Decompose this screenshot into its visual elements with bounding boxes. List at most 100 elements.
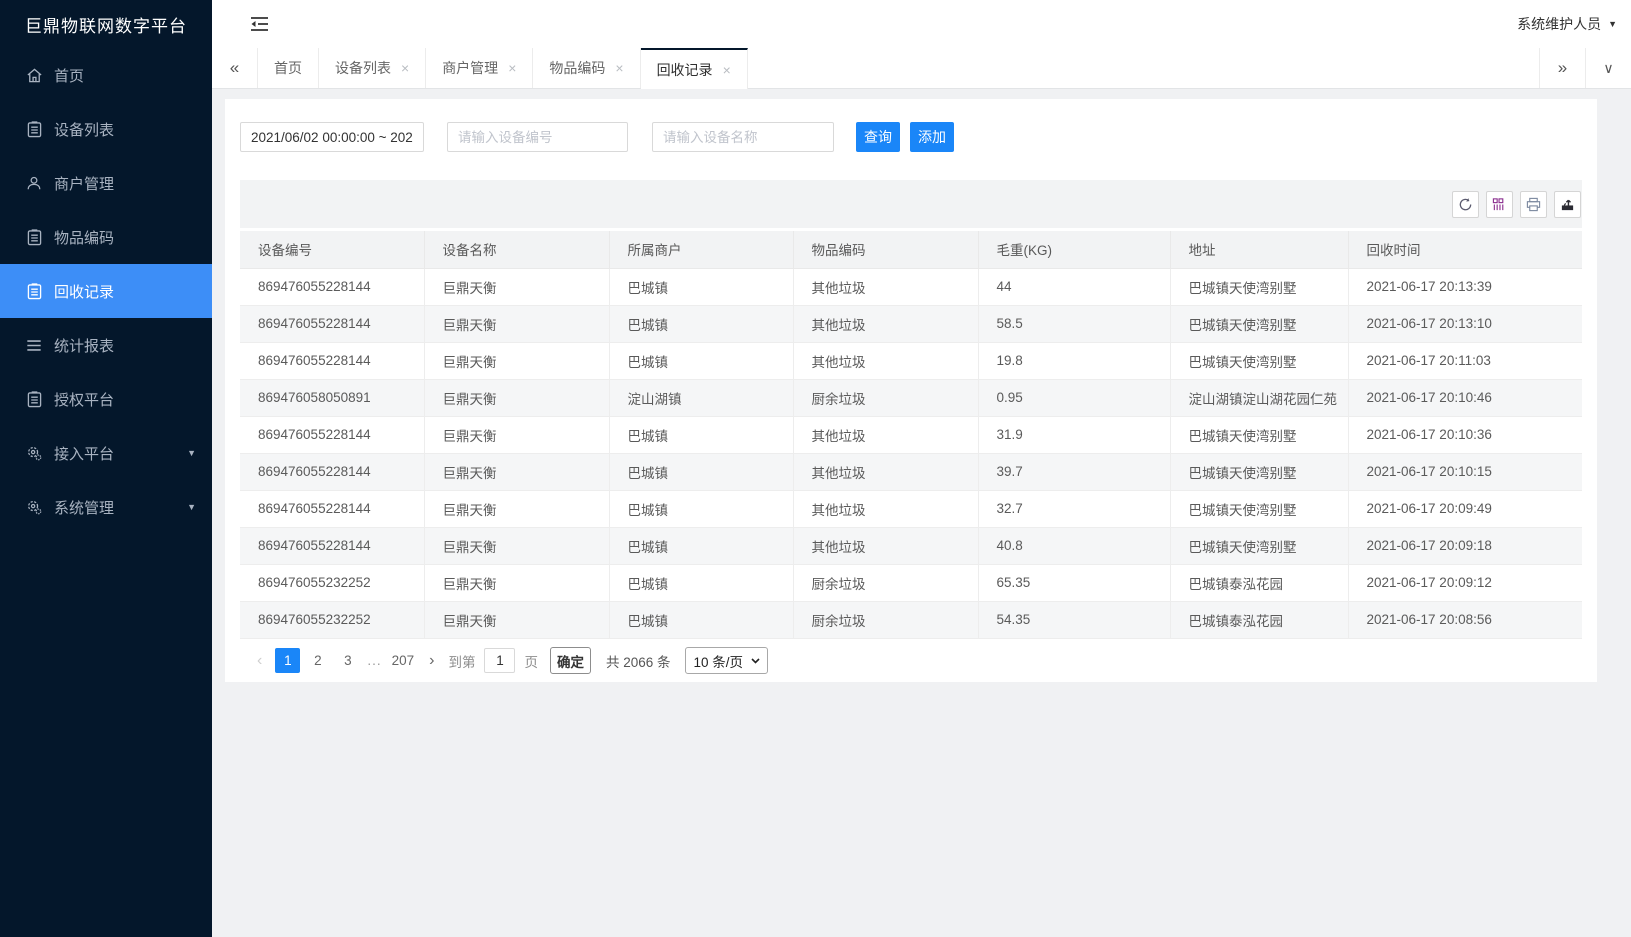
cell-device-no: 869476055232252 [240, 601, 424, 638]
tab-label: 首页 [274, 58, 302, 78]
tabs-menu-icon[interactable]: ∨ [1585, 48, 1631, 88]
cell-device-name: 巨鼎天衡 [424, 527, 609, 564]
access-platform-icon [25, 444, 43, 462]
column-header-recycle-time: 回收时间 [1348, 231, 1582, 268]
sidebar-collapse-icon[interactable] [248, 13, 270, 35]
cell-device-no: 869476055228144 [240, 490, 424, 527]
add-button[interactable]: 添加 [910, 122, 954, 152]
cell-recycle-time: 2021-06-17 20:09:12 [1348, 564, 1582, 601]
cell-recycle-time: 2021-06-17 20:13:39 [1348, 268, 1582, 305]
filter-row: 查询 添加 [240, 122, 1582, 152]
device-list-icon [25, 120, 43, 138]
column-header-item-code: 物品编码 [793, 231, 978, 268]
page-size-select[interactable]: 10 条/页 [685, 647, 769, 674]
table-row[interactable]: 869476055228144 巨鼎天衡 巴城镇 其他垃圾 19.8 巴城镇天使… [240, 342, 1582, 379]
tab-recycle-records[interactable]: 回收记录 × [641, 48, 748, 89]
table-row[interactable]: 869476055228144 巨鼎天衡 巴城镇 其他垃圾 32.7 巴城镇天使… [240, 490, 1582, 527]
cell-device-no: 869476058050891 [240, 379, 424, 416]
pager-next-icon[interactable]: › [429, 652, 434, 670]
cell-recycle-time: 2021-06-17 20:13:10 [1348, 305, 1582, 342]
chevron-down-icon: ▼ [187, 502, 196, 512]
sidebar: 巨鼎物联网数字平台 首页 设备列表 商户管理 物品编码 回收记录 统计报表 授权… [0, 0, 212, 937]
cell-device-name: 巨鼎天衡 [424, 490, 609, 527]
close-icon[interactable]: × [508, 60, 516, 76]
tab-home[interactable]: 首页 [258, 48, 319, 88]
cell-weight: 58.5 [978, 305, 1170, 342]
tabs-scroll-right-icon[interactable]: » [1539, 48, 1585, 88]
column-header-address: 地址 [1170, 231, 1348, 268]
tab-label: 设备列表 [335, 58, 391, 78]
query-button[interactable]: 查询 [856, 122, 900, 152]
cell-recycle-time: 2021-06-17 20:08:56 [1348, 601, 1582, 638]
sidebar-item-merchant[interactable]: 商户管理 [0, 156, 212, 210]
refresh-icon[interactable] [1452, 191, 1479, 218]
pager-prev-icon[interactable]: ‹ [257, 652, 262, 670]
cell-weight: 40.8 [978, 527, 1170, 564]
table-row[interactable]: 869476055228144 巨鼎天衡 巴城镇 其他垃圾 40.8 巴城镇天使… [240, 527, 1582, 564]
cell-item-code: 其他垃圾 [793, 342, 978, 379]
cell-item-code: 其他垃圾 [793, 416, 978, 453]
cell-merchant: 巴城镇 [609, 305, 793, 342]
close-icon[interactable]: × [615, 60, 623, 76]
tab-item-code[interactable]: 物品编码 × [533, 48, 640, 88]
tab-device-list[interactable]: 设备列表 × [319, 48, 426, 88]
export-icon[interactable] [1554, 191, 1581, 218]
sidebar-item-system-manage[interactable]: 系统管理 ▼ [0, 480, 212, 534]
pager-goto-input[interactable] [484, 648, 515, 673]
tab-label: 回收记录 [657, 60, 713, 80]
device-no-input[interactable] [447, 122, 628, 152]
pager-page-last[interactable]: 207 [388, 648, 419, 673]
item-code-icon [25, 228, 43, 246]
cell-device-no: 869476055228144 [240, 268, 424, 305]
tabs-scroll-left-icon[interactable]: « [212, 48, 258, 88]
tab-label: 商户管理 [442, 58, 498, 78]
recycle-record-icon [25, 282, 43, 300]
sidebar-item-item-code[interactable]: 物品编码 [0, 210, 212, 264]
table-row[interactable]: 869476058050891 巨鼎天衡 淀山湖镇 厨余垃圾 0.95 淀山湖镇… [240, 379, 1582, 416]
system-manage-icon [25, 498, 43, 516]
cell-merchant: 巴城镇 [609, 268, 793, 305]
print-icon[interactable] [1520, 191, 1547, 218]
cell-merchant: 巴城镇 [609, 527, 793, 564]
pager-confirm-button[interactable]: 确定 [550, 647, 591, 674]
device-name-input[interactable] [652, 122, 834, 152]
user-name: 系统维护人员 [1517, 14, 1601, 34]
columns-icon[interactable] [1486, 191, 1513, 218]
tab-merchant[interactable]: 商户管理 × [426, 48, 533, 88]
cell-address: 巴城镇天使湾别墅 [1170, 453, 1348, 490]
table-row[interactable]: 869476055228144 巨鼎天衡 巴城镇 其他垃圾 44 巴城镇天使湾别… [240, 268, 1582, 305]
pager-page-1[interactable]: 1 [275, 648, 300, 673]
sidebar-item-device-list[interactable]: 设备列表 [0, 102, 212, 156]
table-header-row: 设备编号 设备名称 所属商户 物品编码 毛重(KG) 地址 回收时间 [240, 231, 1582, 268]
date-range-input[interactable] [240, 122, 424, 152]
cell-merchant: 淀山湖镇 [609, 379, 793, 416]
sidebar-item-label: 统计报表 [54, 335, 114, 356]
cell-weight: 44 [978, 268, 1170, 305]
user-menu[interactable]: 系统维护人员 ▼ [1517, 14, 1617, 34]
table-row[interactable]: 869476055228144 巨鼎天衡 巴城镇 其他垃圾 31.9 巴城镇天使… [240, 416, 1582, 453]
cell-merchant: 巴城镇 [609, 490, 793, 527]
table-row[interactable]: 869476055228144 巨鼎天衡 巴城镇 其他垃圾 58.5 巴城镇天使… [240, 305, 1582, 342]
cell-device-name: 巨鼎天衡 [424, 601, 609, 638]
sidebar-item-recycle-records[interactable]: 回收记录 [0, 264, 212, 318]
column-header-device-name: 设备名称 [424, 231, 609, 268]
sidebar-item-access-platform[interactable]: 接入平台 ▼ [0, 426, 212, 480]
cell-merchant: 巴城镇 [609, 564, 793, 601]
cell-recycle-time: 2021-06-17 20:09:18 [1348, 527, 1582, 564]
sidebar-item-reports[interactable]: 统计报表 [0, 318, 212, 372]
pager-page-2[interactable]: 2 [305, 648, 330, 673]
cell-address: 巴城镇泰泓花园 [1170, 564, 1348, 601]
cell-device-name: 巨鼎天衡 [424, 564, 609, 601]
cell-recycle-time: 2021-06-17 20:10:15 [1348, 453, 1582, 490]
sidebar-item-auth-platform[interactable]: 授权平台 [0, 372, 212, 426]
table-row[interactable]: 869476055232252 巨鼎天衡 巴城镇 厨余垃圾 65.35 巴城镇泰… [240, 564, 1582, 601]
close-icon[interactable]: × [401, 60, 409, 76]
pager-page-3[interactable]: 3 [335, 648, 360, 673]
table-row[interactable]: 869476055228144 巨鼎天衡 巴城镇 其他垃圾 39.7 巴城镇天使… [240, 453, 1582, 490]
table-row[interactable]: 869476055232252 巨鼎天衡 巴城镇 厨余垃圾 54.35 巴城镇泰… [240, 601, 1582, 638]
cell-merchant: 巴城镇 [609, 453, 793, 490]
sidebar-item-home[interactable]: 首页 [0, 48, 212, 102]
merchant-icon [25, 174, 43, 192]
pager-goto-label: 到第 [448, 651, 475, 671]
close-icon[interactable]: × [723, 62, 731, 78]
